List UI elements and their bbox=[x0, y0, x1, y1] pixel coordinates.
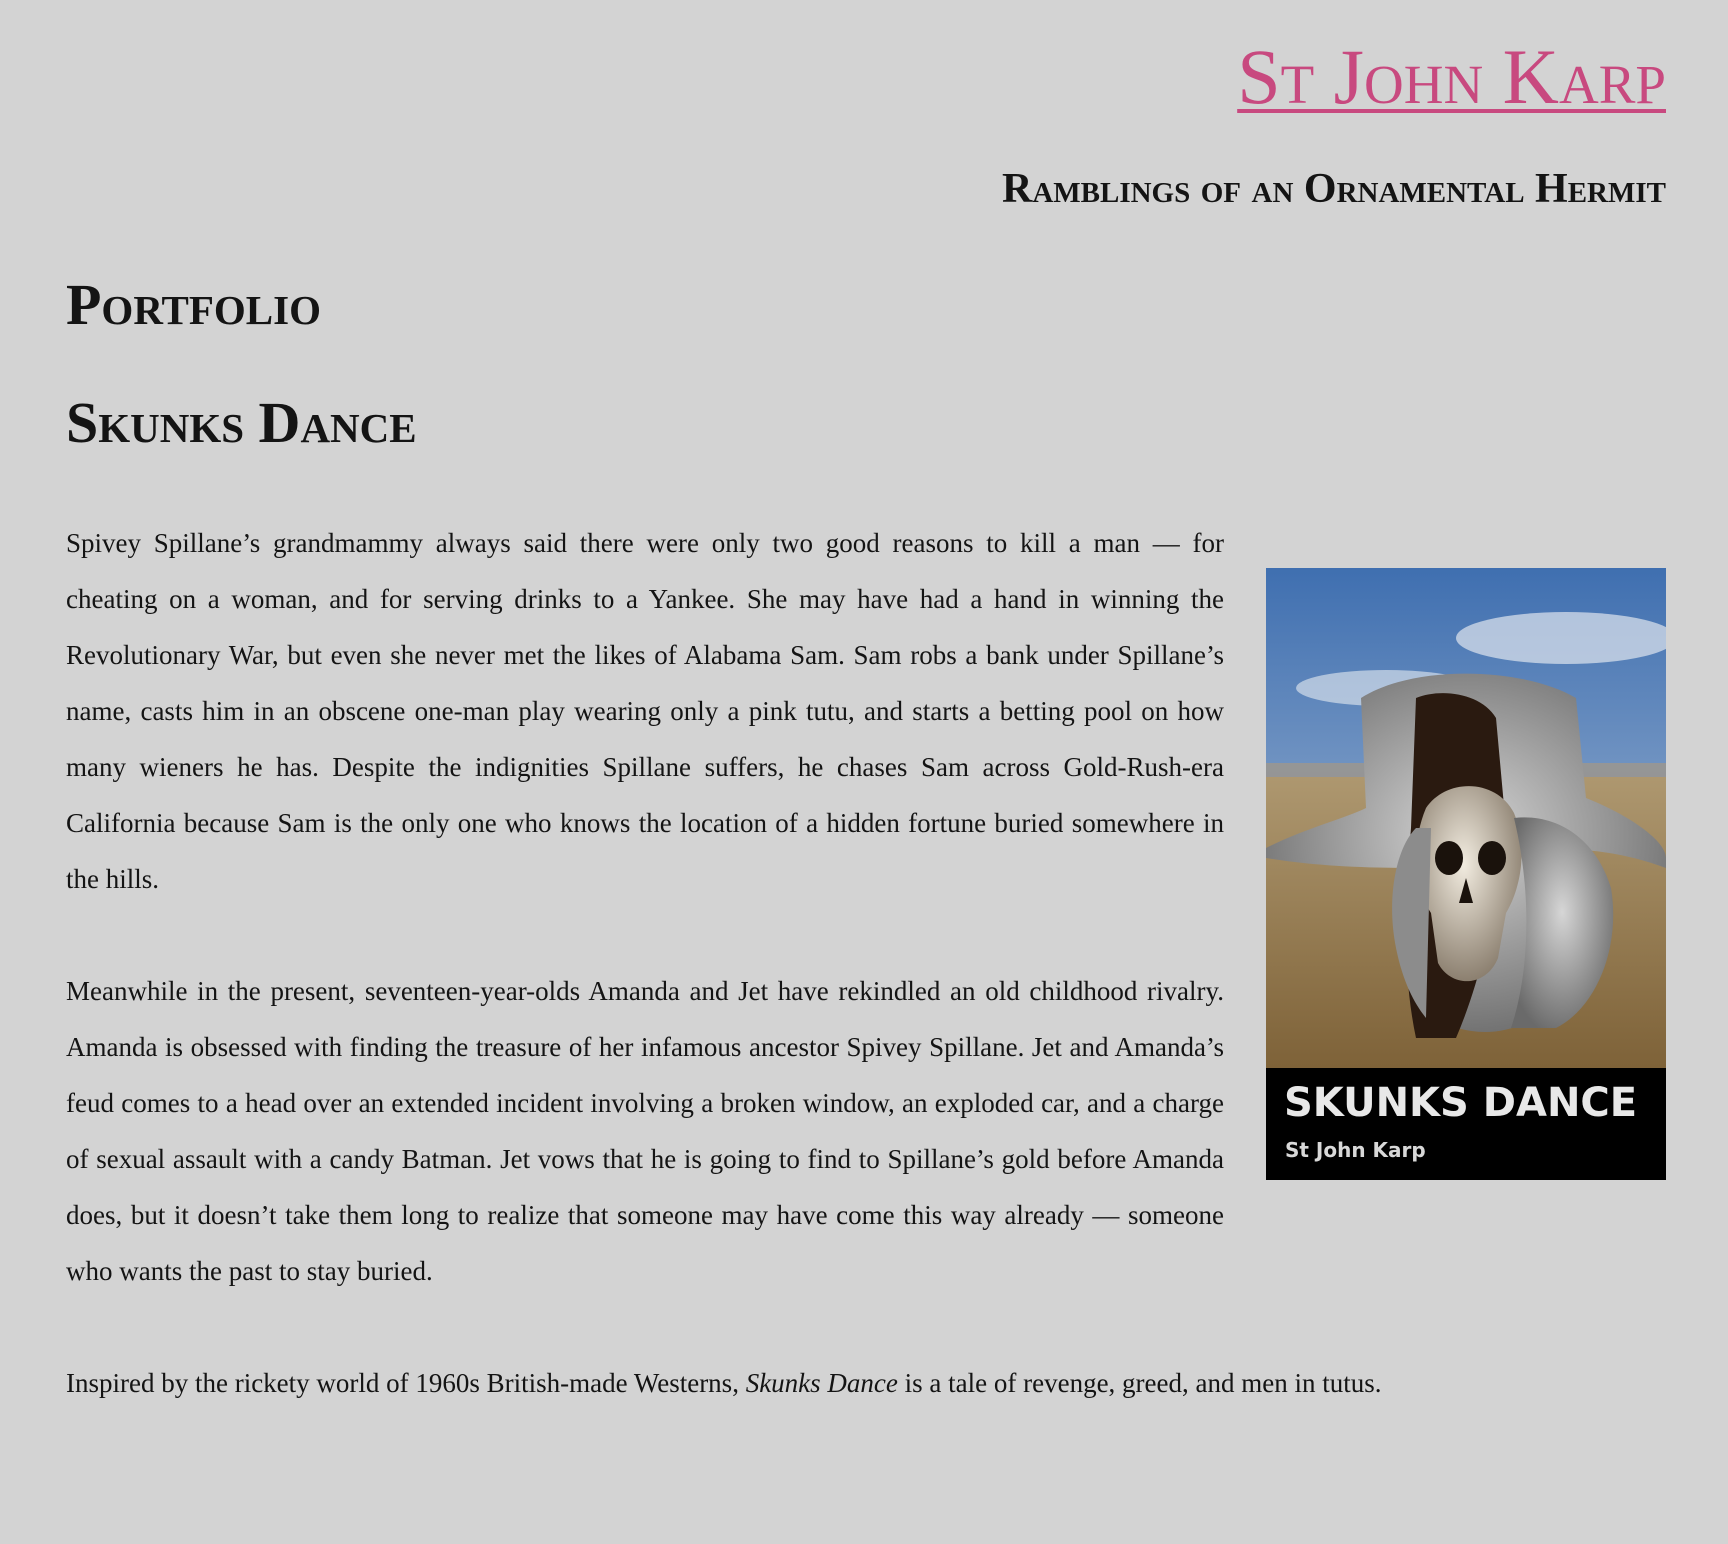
cover-skull-eye-right bbox=[1478, 841, 1506, 875]
post-body: SKUNKS DANCE St John Karp Spivey Spillan… bbox=[66, 515, 1666, 1467]
paragraph-3-intro: Inspired by the rickety world of 1960s B… bbox=[66, 1368, 746, 1398]
site-subtitle: Ramblings of an Ornamental Hermit bbox=[1002, 166, 1666, 212]
cover-cloud bbox=[1456, 612, 1666, 664]
section-title: Portfolio bbox=[66, 272, 321, 337]
post-title: Skunks Dance bbox=[66, 390, 417, 455]
cover-skull-eye-left bbox=[1435, 841, 1463, 875]
site-title-link[interactable]: St John Karp bbox=[1237, 38, 1666, 116]
body-paragraph-3: Inspired by the rickety world of 1960s B… bbox=[66, 1355, 1666, 1411]
cover-title: SKUNKS DANCE bbox=[1284, 1080, 1638, 1126]
book-cover-image: SKUNKS DANCE St John Karp bbox=[1266, 568, 1666, 1180]
paragraph-3-ending: is a tale of revenge, greed, and men in … bbox=[897, 1368, 1382, 1398]
cover-author: St John Karp bbox=[1285, 1138, 1426, 1162]
book-title-italic: Skunks Dance bbox=[745, 1368, 898, 1398]
site-header: St John Karp Ramblings of an Ornamental … bbox=[1002, 38, 1666, 212]
